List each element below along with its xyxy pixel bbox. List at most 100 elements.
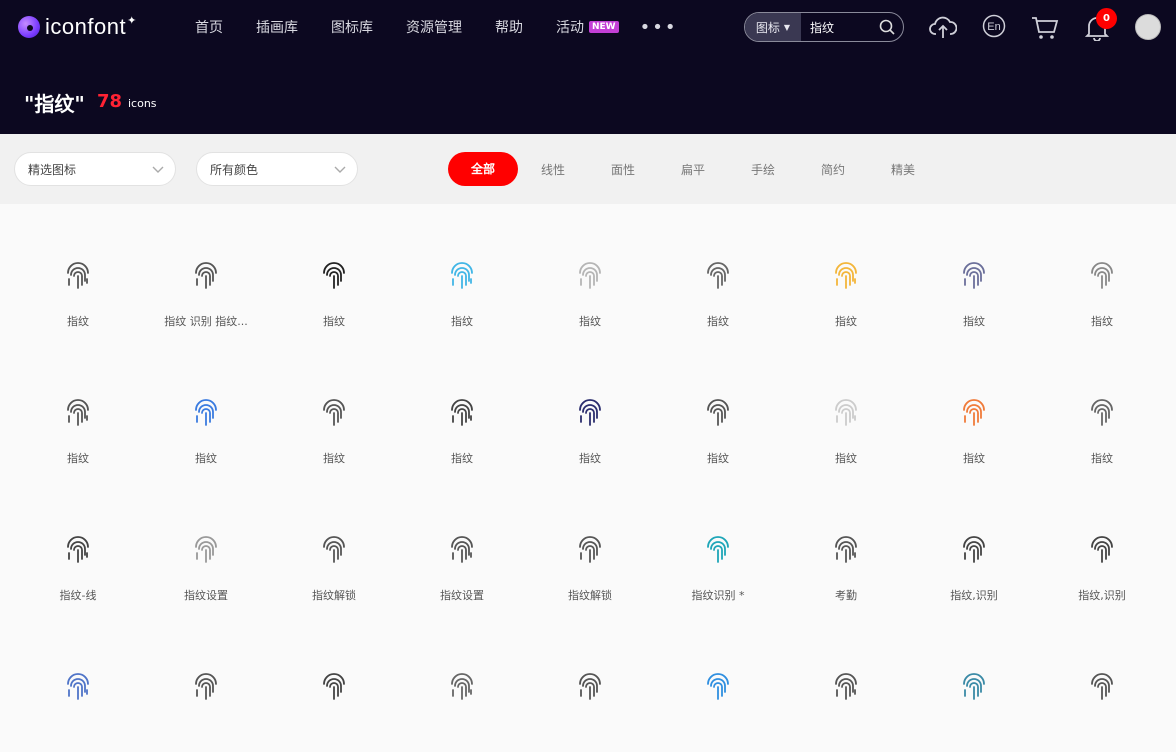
icon-card[interactable]: 指纹,识别 — [910, 478, 1038, 615]
icon-card[interactable]: 指纹 — [654, 204, 782, 341]
fingerprint-icon — [451, 262, 473, 289]
fingerprint-icon — [67, 536, 89, 563]
fingerprint-icon — [195, 673, 217, 700]
icon-card[interactable]: 指纹,识别 — [1038, 478, 1166, 615]
icon-card[interactable] — [782, 615, 910, 752]
search-input[interactable] — [810, 20, 882, 34]
icon-card[interactable]: 指纹 — [526, 204, 654, 341]
nav-item-home[interactable]: 首页 — [195, 17, 223, 37]
icon-card[interactable]: 指纹 — [782, 341, 910, 478]
icon-card[interactable]: 指纹解锁 — [270, 478, 398, 615]
chevron-down-icon: ▼ — [783, 22, 791, 32]
icon-card-label: 指纹,识别 — [1078, 589, 1126, 602]
icon-card[interactable]: 指纹 — [782, 204, 910, 341]
main-menu: 首页 插画库 图标库 资源管理 帮助 活动 NEW ••• — [195, 0, 677, 54]
tab-handdrawn[interactable]: 手绘 — [728, 161, 798, 178]
tab-simple[interactable]: 简约 — [798, 161, 868, 178]
tab-outline[interactable]: 线性 — [518, 161, 588, 178]
color-select[interactable]: 所有颜色 — [196, 152, 358, 186]
nav-item-activities[interactable]: 活动 NEW — [556, 17, 619, 37]
tab-exquisite[interactable]: 精美 — [868, 161, 938, 178]
fingerprint-icon — [1091, 536, 1113, 563]
nav-item-resources[interactable]: 资源管理 — [406, 17, 462, 37]
icon-card[interactable] — [910, 615, 1038, 752]
featured-select-value: 精选图标 — [28, 162, 77, 177]
user-avatar[interactable] — [1135, 14, 1161, 40]
icon-card[interactable]: 指纹解锁 — [526, 478, 654, 615]
icon-card-label: 指纹 — [323, 315, 345, 328]
search-box: 图标 ▼ — [744, 12, 904, 42]
search-icon[interactable] — [879, 19, 895, 35]
fingerprint-icon — [67, 673, 89, 700]
icon-card-label: 指纹 — [451, 452, 473, 465]
iconfont-logo[interactable]: iconfont ✦ — [18, 14, 136, 40]
icon-card[interactable]: 指纹 识别 指纹... — [142, 204, 270, 341]
fingerprint-icon — [963, 399, 985, 426]
icon-card[interactable]: 指纹设置 — [398, 478, 526, 615]
icon-card[interactable]: 指纹识别 * — [654, 478, 782, 615]
icon-card-label: 指纹 — [67, 315, 89, 328]
icon-card[interactable] — [398, 615, 526, 752]
icon-card[interactable]: 指纹 — [14, 204, 142, 341]
icon-card[interactable] — [654, 615, 782, 752]
icon-card[interactable] — [270, 615, 398, 752]
color-select-value: 所有颜色 — [210, 162, 259, 177]
fingerprint-icon — [1091, 262, 1113, 289]
nav-item-illustrations[interactable]: 插画库 — [256, 17, 298, 37]
language-switch-icon[interactable]: En — [982, 14, 1006, 38]
icon-card[interactable]: 指纹 — [526, 341, 654, 478]
icon-card[interactable] — [14, 615, 142, 752]
icon-card[interactable]: 指纹 — [14, 341, 142, 478]
icon-card[interactable]: 指纹-线 — [14, 478, 142, 615]
icon-card[interactable]: 指纹 — [910, 204, 1038, 341]
fingerprint-icon — [195, 536, 217, 563]
fingerprint-icon — [707, 262, 729, 289]
fingerprint-icon — [1091, 673, 1113, 700]
more-menu-button[interactable]: ••• — [640, 17, 678, 38]
featured-select[interactable]: 精选图标 — [14, 152, 176, 186]
icon-card[interactable]: 指纹 — [142, 341, 270, 478]
icon-card-label: 指纹 — [963, 315, 985, 328]
tab-flat[interactable]: 扁平 — [658, 161, 728, 178]
fingerprint-icon — [707, 399, 729, 426]
icon-card[interactable] — [142, 615, 270, 752]
nav-item-help[interactable]: 帮助 — [495, 17, 523, 37]
icon-card[interactable]: 指纹 — [654, 341, 782, 478]
filter-bar: 精选图标 所有颜色 全部 线性 面性 扁平 手绘 简约 精美 — [0, 134, 1176, 204]
tab-all[interactable]: 全部 — [448, 152, 518, 186]
icon-card[interactable]: 指纹 — [398, 204, 526, 341]
nav-item-activities-label: 活动 — [556, 20, 584, 36]
fingerprint-icon — [835, 673, 857, 700]
icon-card-label: 指纹 — [1091, 452, 1113, 465]
icon-card[interactable] — [1038, 615, 1166, 752]
icon-card[interactable] — [526, 615, 654, 752]
tab-filled[interactable]: 面性 — [588, 161, 658, 178]
icon-card-label: 指纹,识别 — [950, 589, 998, 602]
icon-card[interactable]: 考勤 — [782, 478, 910, 615]
fingerprint-icon — [67, 262, 89, 289]
icon-card[interactable]: 指纹 — [270, 204, 398, 341]
upload-cloud-icon[interactable] — [929, 14, 957, 40]
cart-icon[interactable] — [1031, 16, 1059, 40]
fingerprint-icon — [963, 262, 985, 289]
icon-card[interactable]: 指纹设置 — [142, 478, 270, 615]
icon-card-label: 指纹解锁 — [568, 589, 612, 602]
chevron-down-icon — [334, 166, 346, 173]
logo-mark-icon — [18, 16, 40, 38]
fingerprint-icon — [579, 673, 601, 700]
icon-card[interactable]: 指纹 — [1038, 204, 1166, 341]
icon-card[interactable]: 指纹 — [1038, 341, 1166, 478]
icon-card-label: 指纹 — [963, 452, 985, 465]
search-type-select[interactable]: 图标 ▼ — [745, 13, 801, 41]
icon-card[interactable]: 指纹 — [398, 341, 526, 478]
fingerprint-icon — [835, 536, 857, 563]
fingerprint-icon — [963, 536, 985, 563]
icon-card-label: 指纹 — [579, 315, 601, 328]
icon-card-label: 指纹解锁 — [312, 589, 356, 602]
fingerprint-icon — [67, 399, 89, 426]
icon-card-label: 指纹设置 — [184, 589, 228, 602]
nav-item-icons[interactable]: 图标库 — [331, 17, 373, 37]
fingerprint-icon — [707, 536, 729, 563]
icon-card[interactable]: 指纹 — [270, 341, 398, 478]
icon-card[interactable]: 指纹 — [910, 341, 1038, 478]
